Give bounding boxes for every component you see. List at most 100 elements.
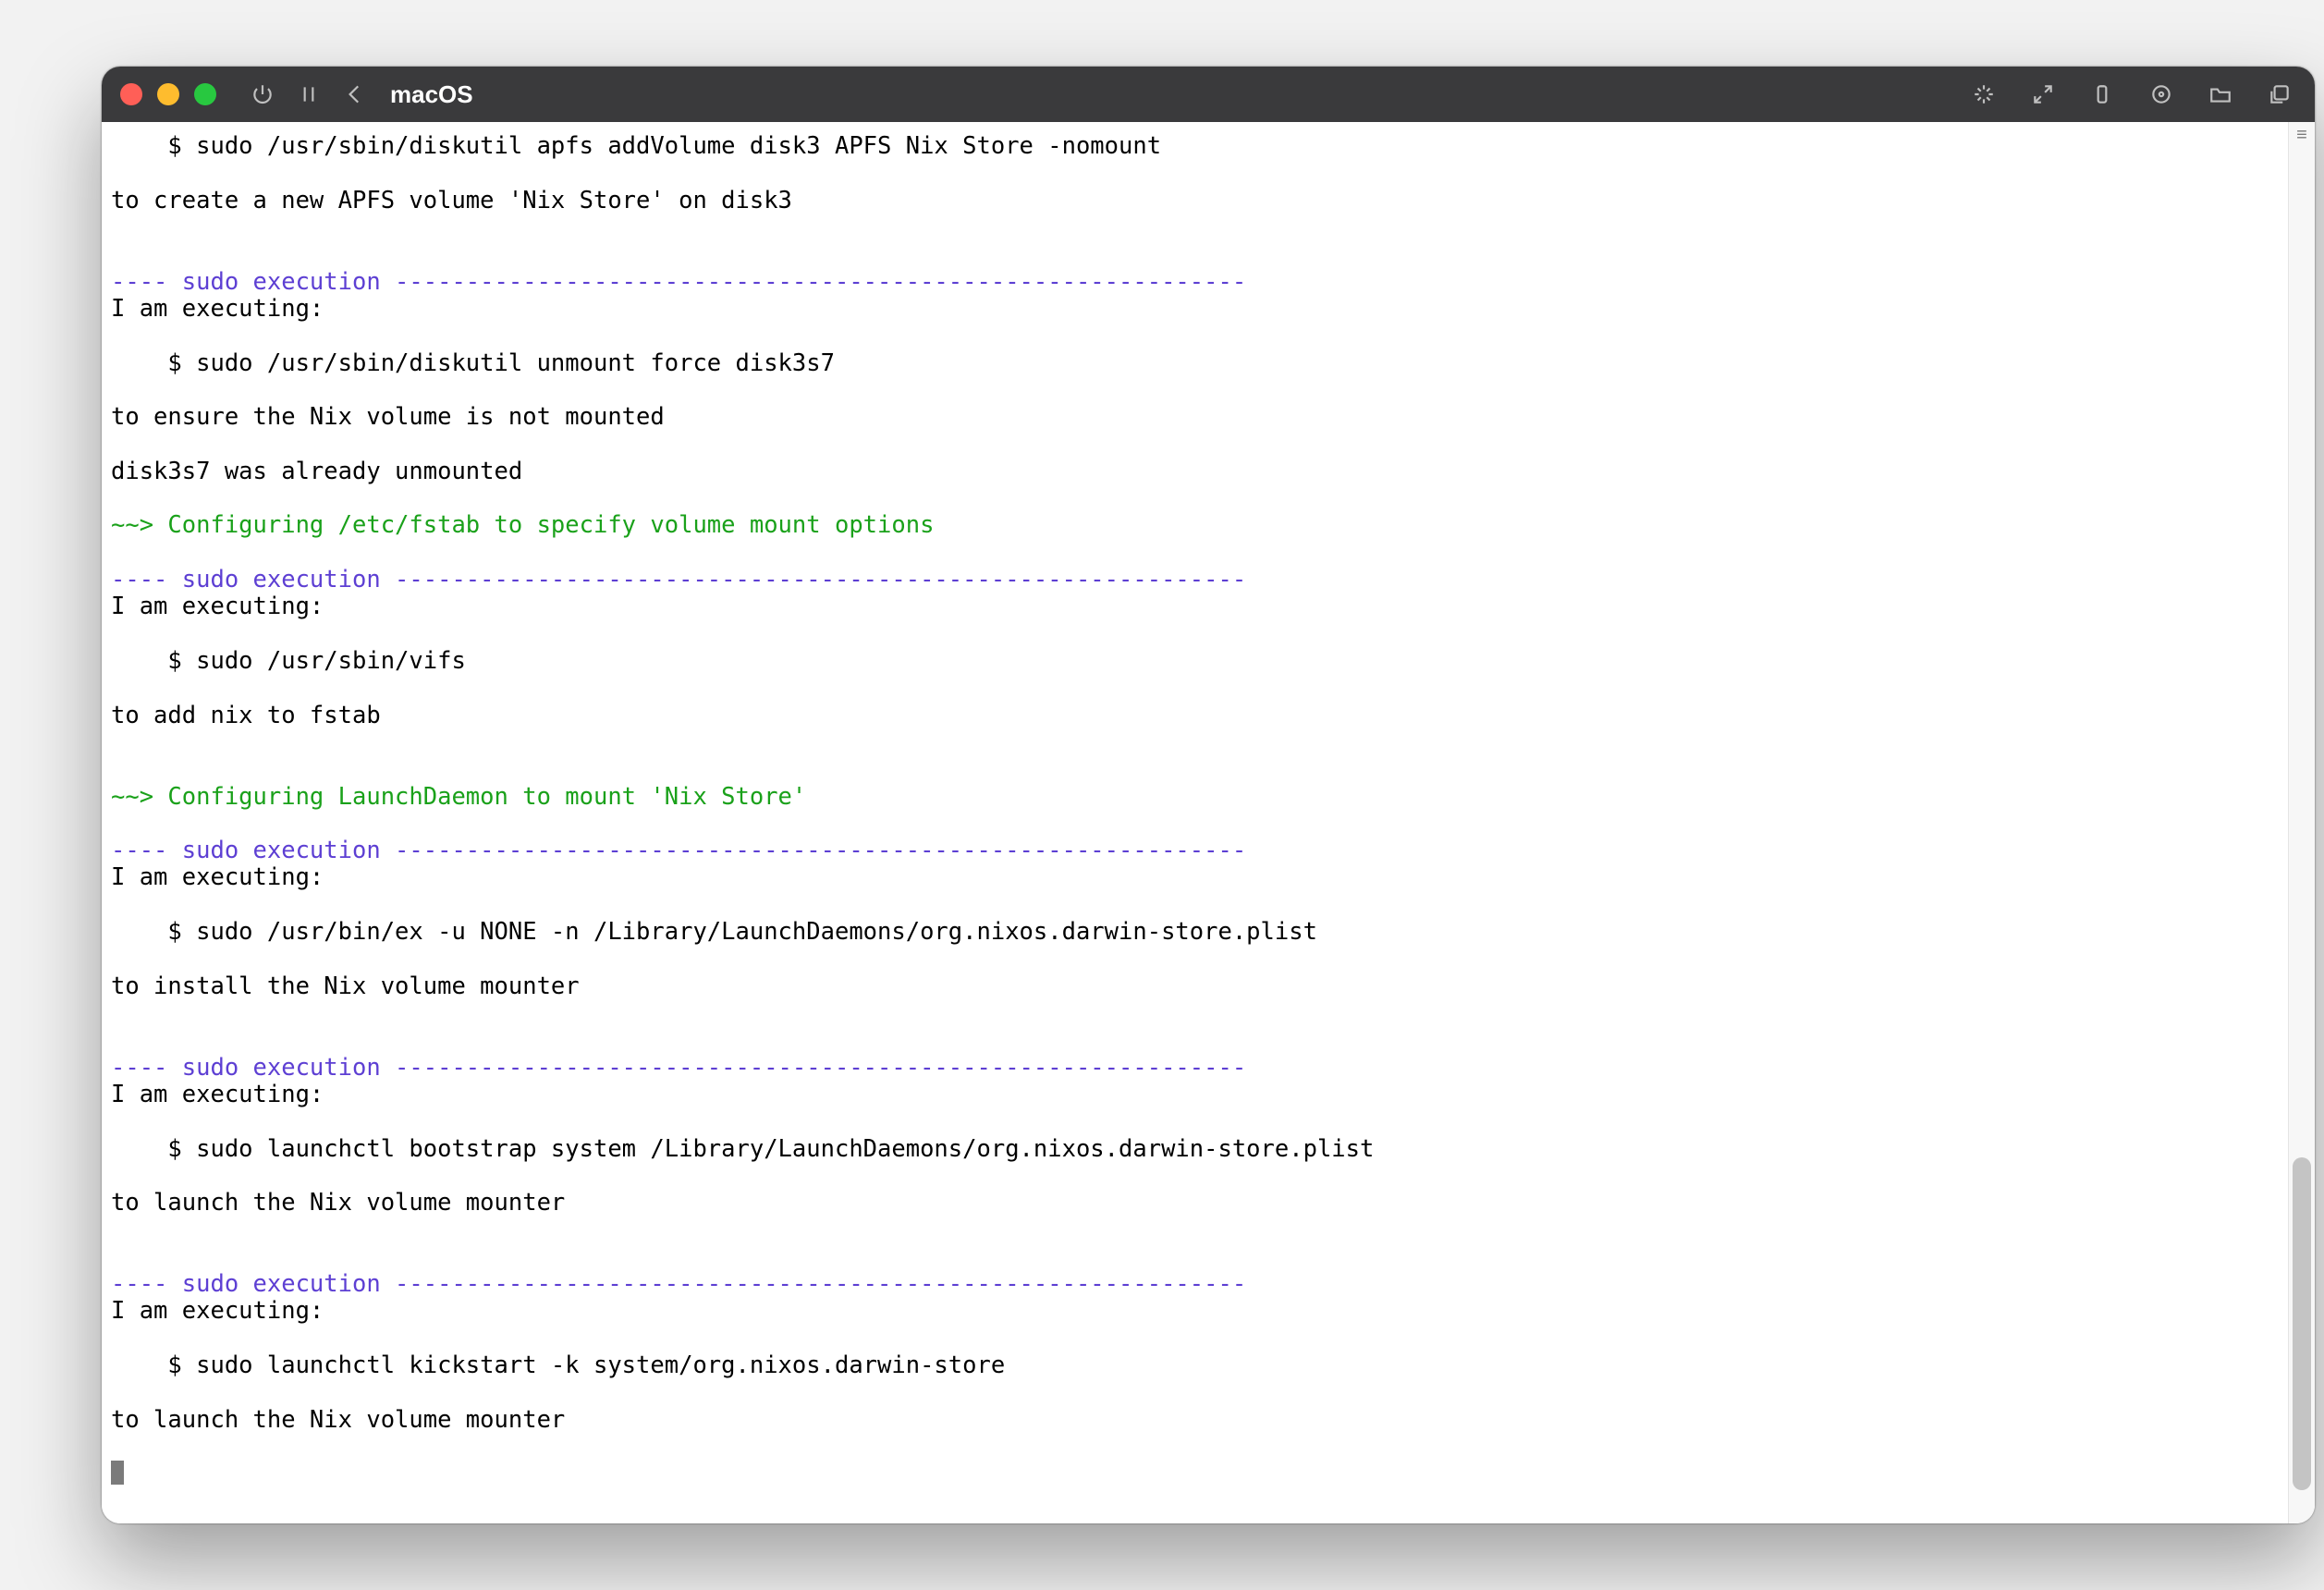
terminal-text [111, 620, 125, 648]
window-controls [120, 83, 216, 105]
vm-window: macOS $ sudo /usr/sbin/diskuti [102, 67, 2315, 1523]
terminal-line [111, 1027, 2279, 1054]
terminal-text [111, 810, 125, 838]
terminal-text [111, 1026, 125, 1054]
resize-icon[interactable] [2026, 78, 2060, 111]
pause-icon[interactable] [292, 78, 325, 111]
terminal-line [111, 756, 2279, 783]
terminal-line: $ sudo launchctl kickstart -k system/org… [111, 1352, 2279, 1379]
terminal-text: to launch the Nix volume mounter [111, 1189, 565, 1217]
terminal-line [111, 729, 2279, 756]
terminal-text: $ sudo /usr/sbin/vifs [111, 647, 466, 675]
terminal-line [111, 946, 2279, 972]
terminal-line [111, 431, 2279, 458]
terminal-text: $ sudo /usr/sbin/diskutil apfs addVolume… [111, 132, 1161, 160]
terminal-line: $ sudo launchctl bootstrap system /Libra… [111, 1136, 2279, 1163]
disc-icon[interactable] [2145, 78, 2178, 111]
terminal-line: ~~> Configuring LaunchDaemon to mount 'N… [111, 784, 2279, 811]
terminal-line [111, 1217, 2279, 1244]
minimize-button[interactable] [157, 83, 179, 105]
terminal-line [111, 621, 2279, 648]
cursor-icon [111, 1461, 124, 1485]
terminal-line [111, 377, 2279, 404]
terminal-text [111, 159, 125, 187]
terminal-text: I am executing: [111, 593, 324, 620]
terminal-text: ~~> Configuring LaunchDaemon to mount 'N… [111, 783, 806, 811]
terminal-line: to create a new APFS volume 'Nix Store' … [111, 188, 2279, 214]
terminal-text: $ sudo launchctl kickstart -k system/org… [111, 1352, 1005, 1379]
terminal-line: ---- sudo execution --------------------… [111, 269, 2279, 296]
terminal-line: I am executing: [111, 864, 2279, 891]
terminal-text [111, 1107, 125, 1135]
sparkle-icon[interactable] [1967, 78, 2000, 111]
terminal-line: ---- sudo execution --------------------… [111, 838, 2279, 864]
terminal-text: ---- sudo execution --------------------… [111, 268, 1246, 296]
terminal-line: ---- sudo execution --------------------… [111, 1271, 2279, 1298]
terminal-text: I am executing: [111, 295, 324, 323]
terminal-body: $ sudo /usr/sbin/diskutil apfs addVolume… [102, 122, 2315, 1523]
scrollbar[interactable] [2288, 122, 2315, 1523]
terminal-text [111, 430, 125, 458]
terminal-text: to ensure the Nix volume is not mounted [111, 403, 665, 431]
terminal-line [111, 1379, 2279, 1406]
terminal-text [111, 484, 125, 512]
device-icon[interactable] [2085, 78, 2119, 111]
terminal-text [111, 322, 125, 349]
scrollbar-cap-icon [2289, 122, 2315, 148]
titlebar-right-icons [1967, 78, 2296, 111]
terminal-line: I am executing: [111, 593, 2279, 620]
terminal-line [111, 892, 2279, 919]
terminal-line: to ensure the Nix volume is not mounted [111, 404, 2279, 431]
terminal-line: to launch the Nix volume mounter [111, 1407, 2279, 1434]
terminal-text: $ sudo /usr/sbin/diskutil unmount force … [111, 349, 835, 377]
terminal-text [111, 1217, 125, 1244]
terminal-line [111, 214, 2279, 241]
terminal-line: to install the Nix volume mounter [111, 973, 2279, 1000]
terminal-text [111, 891, 125, 919]
terminal-text: I am executing: [111, 1081, 324, 1108]
terminal-line [111, 675, 2279, 702]
terminal-text [111, 1243, 125, 1271]
terminal-text [111, 1378, 125, 1406]
terminal-text [111, 999, 125, 1027]
terminal-line [111, 160, 2279, 187]
terminal-text: to install the Nix volume mounter [111, 972, 580, 1000]
terminal-line: $ sudo /usr/bin/ex -u NONE -n /Library/L… [111, 919, 2279, 946]
titlebar: macOS [102, 67, 2315, 122]
close-button[interactable] [120, 83, 142, 105]
terminal-text: ---- sudo execution --------------------… [111, 566, 1246, 593]
terminal-text: disk3s7 was already unmounted [111, 458, 522, 485]
terminal-line: I am executing: [111, 1082, 2279, 1108]
scrollbar-thumb[interactable] [2293, 1157, 2311, 1490]
terminal-text [111, 674, 125, 702]
terminal-line [111, 485, 2279, 512]
terminal-line [111, 540, 2279, 567]
terminal-text: $ sudo launchctl bootstrap system /Libra… [111, 1135, 1374, 1163]
terminal-text [111, 376, 125, 404]
terminal-text [111, 240, 125, 268]
terminal-text [111, 1162, 125, 1190]
stack-icon[interactable] [2263, 78, 2296, 111]
power-icon[interactable] [246, 78, 279, 111]
terminal-text: ---- sudo execution --------------------… [111, 1270, 1246, 1298]
terminal-text [111, 1433, 125, 1461]
terminal-line: $ sudo /usr/sbin/vifs [111, 648, 2279, 675]
terminal-output[interactable]: $ sudo /usr/sbin/diskutil apfs addVolume… [102, 122, 2288, 1523]
terminal-line [111, 1434, 2279, 1461]
terminal-line [111, 1108, 2279, 1135]
maximize-button[interactable] [194, 83, 216, 105]
terminal-line: to add nix to fstab [111, 703, 2279, 729]
terminal-line: ---- sudo execution --------------------… [111, 1055, 2279, 1082]
terminal-line: ~~> Configuring /etc/fstab to specify vo… [111, 512, 2279, 539]
terminal-line: I am executing: [111, 1298, 2279, 1325]
terminal-text [111, 755, 125, 783]
folder-icon[interactable] [2204, 78, 2237, 111]
terminal-line [111, 811, 2279, 838]
terminal-line [111, 241, 2279, 268]
back-icon[interactable] [338, 78, 372, 111]
terminal-text: ---- sudo execution --------------------… [111, 837, 1246, 864]
terminal-line [111, 1000, 2279, 1027]
terminal-line [111, 1163, 2279, 1190]
terminal-text: ~~> Configuring /etc/fstab to specify vo… [111, 511, 934, 539]
terminal-text: ---- sudo execution --------------------… [111, 1054, 1246, 1082]
